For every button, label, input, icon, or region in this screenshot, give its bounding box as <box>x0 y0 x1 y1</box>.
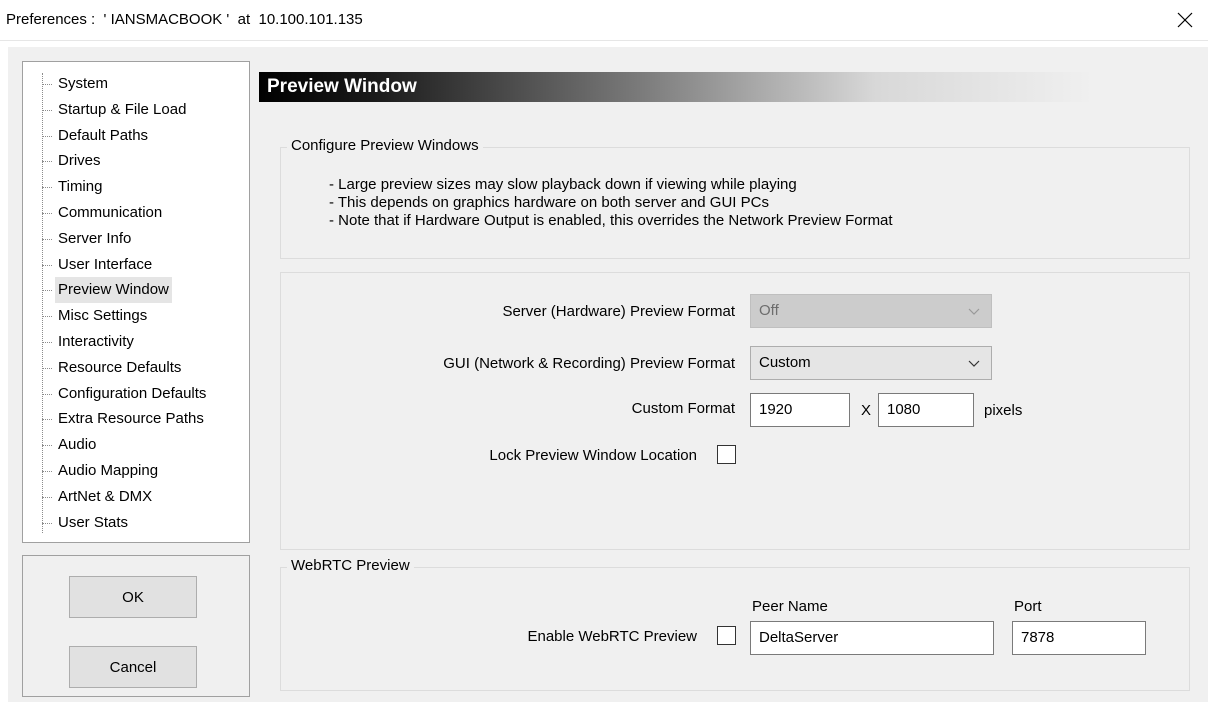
tree-connector <box>42 84 52 85</box>
server-format-value: Off <box>759 302 779 319</box>
tree-connector <box>42 393 52 395</box>
tree-connector <box>42 135 52 137</box>
tree-connector <box>42 367 52 369</box>
tree-item-drives[interactable]: Drives <box>55 148 104 174</box>
webrtc-group-label: WebRTC Preview <box>287 557 414 574</box>
tree-connector <box>42 342 52 343</box>
server-format-label: Server (Hardware) Preview Format <box>502 303 735 320</box>
note-line-1: - Large preview sizes may slow playback … <box>329 176 797 193</box>
chevron-down-icon <box>968 360 980 367</box>
tree-item-audio-mapping[interactable]: Audio Mapping <box>55 458 161 484</box>
tree-connector <box>42 496 52 498</box>
tree-item-misc-settings[interactable]: Misc Settings <box>55 303 150 329</box>
port-label: Port <box>1014 598 1042 615</box>
note-line-3: - Note that if Hardware Output is enable… <box>329 212 893 229</box>
enable-webrtc-label: Enable WebRTC Preview <box>527 628 697 645</box>
tree-item-system[interactable]: System <box>55 71 111 97</box>
note-line-2: - This depends on graphics hardware on b… <box>329 194 769 211</box>
tree-item-timing[interactable]: Timing <box>55 174 105 200</box>
tree-item-interactivity[interactable]: Interactivity <box>55 329 137 355</box>
tree-item-artnet-dmx[interactable]: ArtNet & DMX <box>55 484 155 510</box>
section-header: Preview Window <box>259 72 1208 102</box>
tree-connector <box>42 264 52 266</box>
custom-height-field[interactable]: 1080 <box>878 393 974 427</box>
tree-item-configuration-defaults[interactable]: Configuration Defaults <box>55 381 209 407</box>
custom-width-field[interactable]: 1920 <box>750 393 850 427</box>
port-field[interactable]: 7878 <box>1012 621 1146 655</box>
configure-group-label: Configure Preview Windows <box>287 137 483 154</box>
tree-connector <box>42 419 52 421</box>
tree-line <box>42 73 43 533</box>
tree-connector <box>42 522 52 524</box>
window-title: Preferences : ' IANSMACBOOK ' at 10.100.… <box>6 11 363 28</box>
section-title: Preview Window <box>267 76 417 97</box>
tree-item-preview-window[interactable]: Preview Window <box>55 277 172 304</box>
tree-item-server-info[interactable]: Server Info <box>55 226 134 252</box>
gui-format-value: Custom <box>759 354 811 371</box>
webrtc-group: WebRTC Preview Peer Name Port Enable Web… <box>280 557 1190 691</box>
tree-item-audio[interactable]: Audio <box>55 432 99 458</box>
tree-connector <box>42 290 52 292</box>
gui-format-select[interactable]: Custom <box>750 346 992 380</box>
tree-item-startup-file-load[interactable]: Startup & File Load <box>55 97 189 123</box>
tree-item-user-interface[interactable]: User Interface <box>55 252 155 278</box>
close-button[interactable] <box>1162 0 1208 40</box>
preview-format-group: Server (Hardware) Preview Format Off GUI… <box>280 272 1190 550</box>
tree-connector <box>42 187 52 189</box>
tree-item-user-stats[interactable]: User Stats <box>55 510 131 536</box>
server-format-select: Off <box>750 294 992 328</box>
preferences-tree[interactable]: System Startup & File Load Default Paths Dr… <box>22 61 250 543</box>
tree-item-extra-resource-paths[interactable]: Extra Resource Paths <box>55 406 207 432</box>
tree-connector <box>42 109 52 111</box>
gui-format-label: GUI (Network & Recording) Preview Format <box>443 355 735 372</box>
tree-connector <box>42 316 52 318</box>
client-area: System Startup & File Load Default Paths Dr… <box>8 47 1208 702</box>
tree-item-default-paths[interactable]: Default Paths <box>55 123 151 149</box>
cancel-button[interactable]: Cancel <box>69 646 197 688</box>
button-panel: OK Cancel <box>22 555 250 697</box>
tree-connector <box>42 213 52 214</box>
tree-connector <box>42 238 52 240</box>
tree-connector <box>42 161 52 163</box>
ok-button[interactable]: OK <box>69 576 197 618</box>
title-bar: Preferences : ' IANSMACBOOK ' at 10.100.… <box>0 0 1208 41</box>
tree-connector <box>42 471 52 472</box>
tree-item-communication[interactable]: Communication <box>55 200 165 226</box>
peer-name-label: Peer Name <box>752 598 828 615</box>
lock-location-checkbox[interactable] <box>717 445 736 464</box>
pixels-unit: pixels <box>984 402 1023 419</box>
tree-connector <box>42 445 52 447</box>
chevron-down-icon <box>968 308 980 315</box>
custom-format-label: Custom Format <box>631 400 735 417</box>
configure-preview-group: Configure Preview Windows - Large previe… <box>280 137 1190 259</box>
tree-item-resource-defaults[interactable]: Resource Defaults <box>55 355 184 381</box>
enable-webrtc-checkbox[interactable] <box>717 626 736 645</box>
close-icon <box>1177 12 1193 28</box>
peer-name-field[interactable]: DeltaServer <box>750 621 994 655</box>
size-separator: X <box>861 402 872 419</box>
lock-location-label: Lock Preview Window Location <box>489 447 697 464</box>
